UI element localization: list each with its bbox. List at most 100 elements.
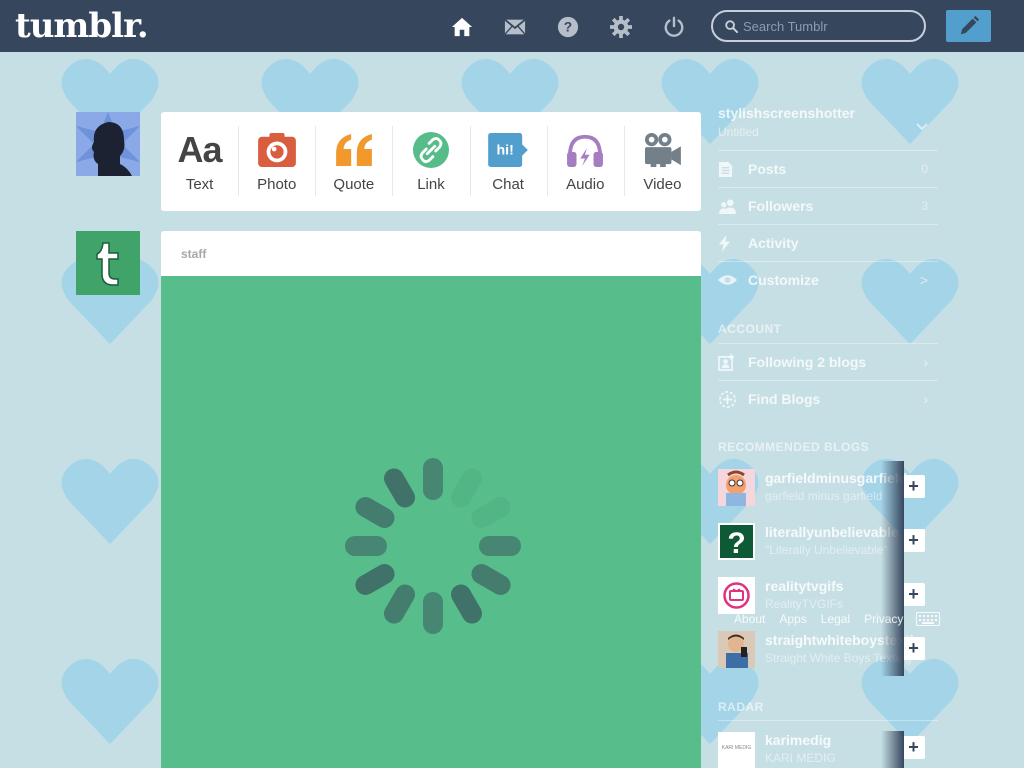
chat-icon: hi! [488, 133, 528, 167]
follow-button[interactable]: + [902, 736, 925, 759]
spinner-segment [355, 497, 395, 528]
eye-icon [718, 275, 737, 285]
footer-link-about[interactable]: About [734, 612, 765, 626]
account-section: Following 2 blogs › Find Blogs › [718, 343, 938, 417]
section-title-account: ACCOUNT [718, 322, 782, 336]
svg-text:?: ? [564, 20, 572, 35]
scroll-fade [881, 731, 904, 768]
follow-button[interactable]: + [902, 475, 925, 498]
sidebar: stylishscreenshotter Untitled Posts 0 Fo… [718, 105, 938, 298]
list-item[interactable]: straightwhiteboystexting Straight White … [718, 623, 938, 677]
staff-avatar[interactable] [76, 231, 140, 295]
blog-title: Untitled [718, 125, 759, 139]
chevron-right-icon: › [923, 391, 928, 407]
recommended-blogs-list: garfieldminusgarfield garfield minus gar… [718, 461, 938, 677]
blog-avatar [718, 469, 755, 506]
spinner-segment [471, 497, 511, 528]
post-type-link[interactable]: Link [392, 112, 469, 211]
search-input[interactable] [743, 16, 918, 36]
text-icon: Aa [177, 129, 223, 170]
heart-pattern [60, 652, 160, 752]
followers-icon [719, 198, 736, 214]
sidebar-item-customize[interactable]: Customize > [718, 261, 938, 298]
follow-button[interactable]: + [902, 529, 925, 552]
post-type-label: Link [417, 176, 445, 193]
scroll-fade [881, 461, 904, 676]
dashboard-post: staff [161, 231, 701, 768]
footer-link-apps[interactable]: Apps [779, 612, 806, 626]
spinner-segment [423, 458, 443, 500]
posts-count: 0 [921, 162, 928, 176]
sidebar-item-followers[interactable]: Followers 3 [718, 187, 938, 224]
post-type-quote[interactable]: Quote [315, 112, 392, 211]
blog-avatar: KARI MEDIG [718, 732, 755, 768]
post-type-label: Audio [566, 176, 605, 193]
divider [718, 720, 938, 721]
sidebar-item-find-blogs[interactable]: Find Blogs › [718, 380, 938, 417]
power-icon[interactable] [661, 14, 687, 40]
spinner-segment [471, 564, 511, 595]
chevron-down-icon [916, 123, 928, 131]
sidebar-item-posts[interactable]: Posts 0 [718, 150, 938, 187]
headphones-icon [567, 134, 604, 167]
footer-link-legal[interactable]: Legal [821, 612, 850, 626]
spinner-segment [355, 564, 395, 595]
video-camera-icon [645, 133, 682, 167]
blog-name: stylishscreenshotter [718, 105, 855, 121]
post-type-label: Video [643, 176, 682, 193]
spinner-segment [451, 584, 482, 624]
post-type-photo[interactable]: Photo [238, 112, 315, 211]
post-type-video[interactable]: Video [623, 112, 701, 211]
user-avatar[interactable] [76, 112, 140, 176]
spinner-segment [384, 584, 415, 624]
svg-text:hi!: hi! [497, 143, 514, 159]
blog-header[interactable]: stylishscreenshotter Untitled [718, 105, 938, 150]
list-item[interactable]: garfieldminusgarfield garfield minus gar… [718, 461, 938, 515]
follow-button[interactable]: + [902, 637, 925, 660]
top-navigation-bar: tumblr. ? [0, 0, 1024, 52]
post-type-text[interactable]: Aa Text [161, 112, 238, 211]
keyboard-icon[interactable] [916, 612, 940, 626]
mail-icon[interactable] [502, 14, 528, 40]
search-box[interactable] [711, 10, 926, 42]
post-type-label: Chat [492, 176, 524, 193]
sidebar-item-label: Following 2 blogs [748, 354, 867, 370]
footer-links: About Apps Legal Privacy [734, 612, 917, 626]
blog-avatar [718, 631, 755, 668]
sidebar-item-label: Activity [748, 235, 799, 251]
spinner-segment [384, 468, 415, 508]
sidebar-item-label: Followers [748, 198, 814, 214]
following-icon [718, 353, 735, 371]
spinner-segment [451, 468, 482, 508]
gear-icon[interactable] [608, 14, 634, 40]
radar-item[interactable]: KARI MEDIG karimedig KARI MEDIG + [718, 732, 938, 768]
post-type-audio[interactable]: Audio [546, 112, 624, 211]
search-icon [725, 20, 738, 33]
sidebar-item-following[interactable]: Following 2 blogs › [718, 343, 938, 380]
footer-link-privacy[interactable]: Privacy [864, 612, 903, 626]
help-icon[interactable]: ? [555, 14, 581, 40]
tumblr-logo[interactable]: tumblr. [15, 6, 149, 46]
spinner-segment [423, 592, 443, 634]
chevron-right-icon: › [923, 354, 928, 370]
spinner-segment [345, 536, 387, 556]
camera-icon [257, 133, 296, 167]
loading-spinner-icon [345, 458, 521, 634]
follow-button[interactable]: + [902, 583, 925, 606]
compose-button[interactable] [946, 10, 991, 42]
sidebar-item-activity[interactable]: Activity [718, 224, 938, 261]
chevron-right-icon: > [919, 272, 928, 288]
section-title-recommended: RECOMMENDED BLOGS [718, 440, 870, 454]
svg-text:?: ? [727, 527, 745, 560]
post-author[interactable]: staff [161, 231, 701, 276]
spinner-segment [479, 536, 521, 556]
blog-avatar [718, 577, 755, 614]
blog-avatar: ? [718, 523, 755, 560]
list-item[interactable]: ? literallyunbelievable "Literally Unbel… [718, 515, 938, 569]
home-icon[interactable] [449, 14, 475, 40]
post-media[interactable] [161, 276, 701, 768]
post-type-chat[interactable]: hi! Chat [469, 112, 547, 211]
sidebar-item-label: Posts [748, 161, 787, 177]
avatar-text: KARI MEDIG [722, 745, 752, 751]
lightning-icon [718, 234, 731, 252]
